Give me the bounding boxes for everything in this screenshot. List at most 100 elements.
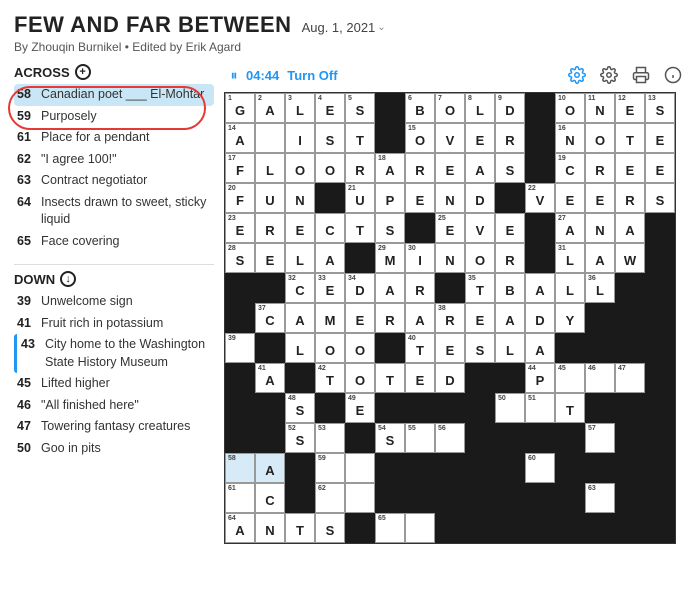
clue-item-down-46[interactable]: 46 "All finished here" <box>14 395 214 417</box>
grid-cell-r3-c7[interactable]: R <box>405 153 435 183</box>
grid-cell-r15-c4[interactable]: S <box>315 513 345 543</box>
grid-cell-r7-c4[interactable]: 33E <box>315 273 345 303</box>
info-icon[interactable] <box>662 64 684 86</box>
grid-cell-r10-c12[interactable]: 45 <box>555 363 585 393</box>
grid-cell-r5-c9[interactable]: V <box>465 213 495 243</box>
grid-cell-r7-c10[interactable]: B <box>495 273 525 303</box>
grid-cell-r10-c5[interactable]: O <box>345 363 375 393</box>
grid-cell-r13-c11[interactable]: 60 <box>525 453 555 483</box>
grid-cell-r3-c9[interactable]: A <box>465 153 495 183</box>
grid-cell-r6-c2[interactable]: E <box>255 243 285 273</box>
grid-cell-r4-c5[interactable]: 21U <box>345 183 375 213</box>
grid-cell-r12-c6[interactable]: 54S <box>375 423 405 453</box>
grid-cell-r8-c9[interactable]: E <box>465 303 495 333</box>
grid-cell-r15-c3[interactable]: T <box>285 513 315 543</box>
grid-cell-r8-c11[interactable]: D <box>525 303 555 333</box>
grid-cell-r15-c7[interactable] <box>405 513 435 543</box>
grid-cell-r13-c5[interactable] <box>345 453 375 483</box>
grid-cell-r2-c8[interactable]: V <box>435 123 465 153</box>
grid-cell-r5-c8[interactable]: 25E <box>435 213 465 243</box>
options-icon[interactable] <box>598 64 620 86</box>
grid-cell-r8-c8[interactable]: 38R <box>435 303 465 333</box>
grid-cell-r8-c6[interactable]: R <box>375 303 405 333</box>
clue-item-down-50[interactable]: 50 Goo in pits <box>14 438 214 460</box>
grid-cell-r10-c14[interactable]: 47 <box>615 363 645 393</box>
grid-cell-r11-c10[interactable]: 50 <box>495 393 525 423</box>
settings-gear-icon[interactable] <box>566 64 588 86</box>
grid-cell-r2-c2[interactable] <box>255 123 285 153</box>
grid-cell-r2-c10[interactable]: R <box>495 123 525 153</box>
grid-cell-r1-c14[interactable]: 12E <box>615 93 645 123</box>
grid-cell-r3-c8[interactable]: E <box>435 153 465 183</box>
clue-item-across-62[interactable]: 62 "I agree 100!" <box>14 149 214 171</box>
grid-cell-r3-c14[interactable]: E <box>615 153 645 183</box>
grid-cell-r4-c6[interactable]: P <box>375 183 405 213</box>
grid-cell-r4-c11[interactable]: 22V <box>525 183 555 213</box>
grid-cell-r10-c4[interactable]: 42T <box>315 363 345 393</box>
grid-cell-r14-c1[interactable]: 61 <box>225 483 255 513</box>
grid-cell-r1-c7[interactable]: 6B <box>405 93 435 123</box>
grid-cell-r15-c6[interactable]: 65 <box>375 513 405 543</box>
grid-cell-r3-c1[interactable]: 17F <box>225 153 255 183</box>
grid-cell-r7-c6[interactable]: A <box>375 273 405 303</box>
grid-cell-r12-c7[interactable]: 55 <box>405 423 435 453</box>
grid-cell-r4-c14[interactable]: R <box>615 183 645 213</box>
grid-cell-r2-c4[interactable]: S <box>315 123 345 153</box>
grid-cell-r9-c8[interactable]: E <box>435 333 465 363</box>
clue-item-down-43[interactable]: 43 City home to the Washington State His… <box>14 334 214 373</box>
grid-cell-r3-c3[interactable]: O <box>285 153 315 183</box>
grid-cell-r2-c9[interactable]: E <box>465 123 495 153</box>
grid-cell-r13-c2[interactable]: A <box>255 453 285 483</box>
grid-cell-r11-c11[interactable]: 51 <box>525 393 555 423</box>
grid-cell-r2-c3[interactable]: I <box>285 123 315 153</box>
clue-item-down-47[interactable]: 47 Towering fantasy creatures <box>14 416 214 438</box>
grid-cell-r5-c14[interactable]: A <box>615 213 645 243</box>
clue-item-across-61[interactable]: 61 Place for a pendant <box>14 127 214 149</box>
grid-cell-r9-c9[interactable]: S <box>465 333 495 363</box>
grid-cell-r5-c6[interactable]: S <box>375 213 405 243</box>
grid-cell-r3-c13[interactable]: R <box>585 153 615 183</box>
grid-cell-r2-c15[interactable]: E <box>645 123 675 153</box>
grid-cell-r2-c14[interactable]: T <box>615 123 645 153</box>
grid-cell-r6-c7[interactable]: 30I <box>405 243 435 273</box>
clue-item-across-64[interactable]: 64 Insects drawn to sweet, sticky liquid <box>14 192 214 231</box>
grid-cell-r6-c8[interactable]: N <box>435 243 465 273</box>
grid-cell-r7-c12[interactable]: L <box>555 273 585 303</box>
grid-cell-r7-c7[interactable]: R <box>405 273 435 303</box>
clue-item-across-58[interactable]: 58 Canadian poet ___ El-Mohtar <box>14 84 214 106</box>
grid-cell-r7-c13[interactable]: 36L <box>585 273 615 303</box>
grid-cell-r11-c3[interactable]: 48S <box>285 393 315 423</box>
grid-cell-r8-c12[interactable]: Y <box>555 303 585 333</box>
grid-cell-r1-c12[interactable]: 10O <box>555 93 585 123</box>
grid-cell-r5-c12[interactable]: 27A <box>555 213 585 243</box>
grid-cell-r13-c4[interactable]: 59 <box>315 453 345 483</box>
grid-cell-r9-c5[interactable]: O <box>345 333 375 363</box>
grid-cell-r8-c7[interactable]: A <box>405 303 435 333</box>
grid-cell-r4-c12[interactable]: E <box>555 183 585 213</box>
grid-cell-r15-c2[interactable]: N <box>255 513 285 543</box>
grid-cell-r6-c14[interactable]: W <box>615 243 645 273</box>
grid-cell-r1-c1[interactable]: 1G <box>225 93 255 123</box>
grid-cell-r6-c10[interactable]: R <box>495 243 525 273</box>
grid-cell-r4-c15[interactable]: S <box>645 183 675 213</box>
grid-cell-r10-c7[interactable]: E <box>405 363 435 393</box>
grid-cell-r1-c9[interactable]: 8L <box>465 93 495 123</box>
date-chevron-icon[interactable]: ⌄ <box>377 22 385 33</box>
grid-cell-r2-c7[interactable]: 15O <box>405 123 435 153</box>
grid-cell-r12-c3[interactable]: 52S <box>285 423 315 453</box>
clue-item-down-39[interactable]: 39 Unwelcome sign <box>14 291 214 313</box>
grid-cell-r2-c13[interactable]: O <box>585 123 615 153</box>
pause-button[interactable]: ⏸ 04:44 <box>226 67 279 83</box>
grid-cell-r4-c3[interactable]: N <box>285 183 315 213</box>
grid-cell-r14-c4[interactable]: 62 <box>315 483 345 513</box>
grid-cell-r15-c1[interactable]: 64A <box>225 513 255 543</box>
print-icon[interactable] <box>630 64 652 86</box>
clue-item-down-41[interactable]: 41 Fruit rich in potassium <box>14 313 214 335</box>
grid-cell-r1-c2[interactable]: 2A <box>255 93 285 123</box>
grid-cell-r4-c1[interactable]: 20F <box>225 183 255 213</box>
grid-cell-r3-c4[interactable]: O <box>315 153 345 183</box>
grid-cell-r2-c12[interactable]: 16N <box>555 123 585 153</box>
across-expand-icon[interactable]: + <box>75 64 91 80</box>
grid-cell-r7-c5[interactable]: 34D <box>345 273 375 303</box>
clue-item-down-45[interactable]: 45 Lifted higher <box>14 373 214 395</box>
